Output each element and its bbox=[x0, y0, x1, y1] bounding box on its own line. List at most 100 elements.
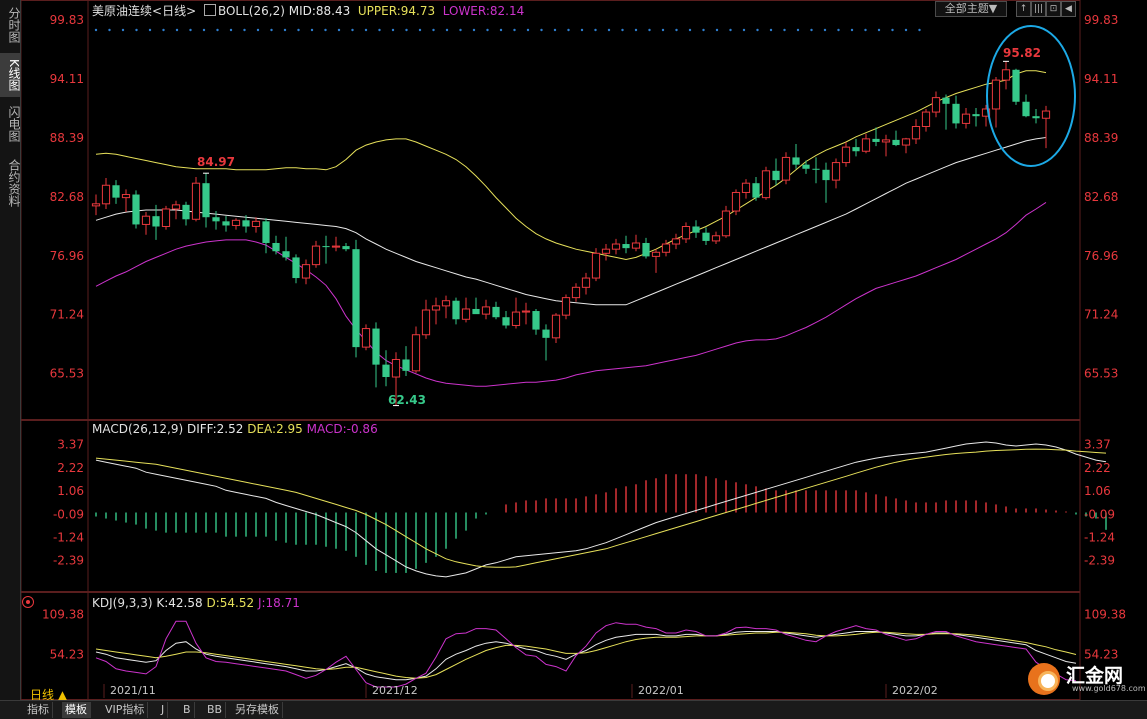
candle-body bbox=[781, 156, 791, 181]
candle-body bbox=[872, 138, 880, 142]
top-dot bbox=[270, 28, 273, 32]
candle-body bbox=[251, 220, 261, 227]
boll-lower-value: LOWER:82.14 bbox=[442, 4, 525, 18]
top-dot bbox=[513, 28, 516, 32]
toolbar-bars-button[interactable]: ||| bbox=[1031, 1, 1046, 17]
top-dot bbox=[351, 28, 354, 32]
macd-tick-left: 3.37 bbox=[57, 438, 84, 452]
candle-body bbox=[1012, 69, 1020, 102]
instrument-name: 美原油连续 bbox=[92, 4, 153, 18]
kdj-k-value: K:42.58 bbox=[156, 596, 203, 610]
tab-save-template[interactable]: 另存模板 bbox=[232, 702, 283, 718]
chart-settings-icon[interactable] bbox=[203, 4, 216, 16]
tab-b[interactable]: B bbox=[180, 702, 195, 718]
candle-body bbox=[112, 185, 120, 198]
candle-body bbox=[591, 252, 601, 279]
top-dot bbox=[162, 28, 165, 32]
price-panel[interactable] bbox=[91, 28, 1051, 406]
kdj-panel[interactable] bbox=[95, 620, 1077, 688]
top-dot bbox=[175, 28, 179, 32]
candle-body bbox=[132, 194, 140, 225]
top-dot bbox=[337, 28, 341, 32]
kdj-d-value: D:54.52 bbox=[206, 596, 255, 610]
top-dot bbox=[499, 28, 503, 32]
tab-vip-indicators[interactable]: VIP指标 bbox=[102, 702, 149, 718]
candle-body bbox=[461, 308, 471, 320]
top-dot bbox=[661, 28, 665, 32]
tab-kline[interactable]: K线图 bbox=[0, 53, 21, 97]
high-marker-right: 95.82 bbox=[1003, 46, 1041, 60]
tab-j[interactable]: J bbox=[158, 702, 169, 718]
top-dot bbox=[675, 28, 678, 32]
macd-panel-header: MACD(26,12,9) DIFF:2.52 DEA:2.95 MACD:-0… bbox=[92, 422, 378, 436]
candle-body bbox=[511, 311, 521, 326]
macd-panel[interactable] bbox=[95, 441, 1107, 578]
candle-body bbox=[831, 162, 841, 181]
tab-time-sharing[interactable]: 分时图 bbox=[0, 4, 21, 46]
candle-body bbox=[581, 277, 591, 288]
candle-body bbox=[631, 242, 641, 249]
top-dot bbox=[310, 28, 314, 32]
candle-body bbox=[972, 114, 980, 117]
candle-body bbox=[991, 79, 1001, 110]
price-tick-right: 82.68 bbox=[1084, 190, 1118, 204]
tab-contract-info[interactable]: 合约资料 bbox=[0, 153, 21, 213]
candle-body bbox=[892, 139, 900, 146]
candle-body bbox=[262, 221, 270, 243]
candle-body bbox=[812, 168, 820, 170]
tab-indicators[interactable]: 指标 bbox=[24, 702, 53, 718]
tab-tick-chart[interactable]: 闪电图 bbox=[0, 102, 21, 146]
candle-body bbox=[561, 297, 571, 316]
macd-diff-line bbox=[95, 441, 1107, 578]
price-tick-right: 71.24 bbox=[1084, 308, 1118, 322]
boll-indicator-name[interactable]: BOLL(26,2) bbox=[218, 4, 285, 18]
top-dot bbox=[729, 28, 732, 32]
chart-canvas[interactable]: 99.83 99.83 94.11 94.11 88.39 88.39 82.68 82.68… bbox=[0, 0, 1147, 700]
candle-body bbox=[942, 97, 950, 104]
toolbar-up-button[interactable]: ↑ bbox=[1016, 1, 1031, 17]
top-dot bbox=[783, 28, 786, 32]
kdj-indicator-name[interactable]: KDJ(9,3,3) bbox=[92, 596, 153, 610]
candle-body bbox=[411, 334, 421, 372]
logo-url: www.gold678.com bbox=[1072, 684, 1146, 693]
macd-indicator-name[interactable]: MACD(26,12,9) bbox=[92, 422, 183, 436]
view-switcher-sidebar: 分时图 K线图 闪电图 合约资料 bbox=[0, 0, 21, 700]
indicator-settings-icon[interactable] bbox=[22, 596, 34, 608]
candle-body bbox=[311, 245, 321, 266]
tab-bb[interactable]: BB bbox=[204, 702, 227, 718]
candle-body bbox=[492, 306, 500, 318]
macd-tick-left: -2.39 bbox=[53, 554, 84, 568]
candle-body bbox=[752, 183, 760, 198]
toolbar-window-button[interactable]: ⊡ bbox=[1046, 1, 1061, 17]
kdj-tick-left: 54.23 bbox=[50, 648, 84, 662]
candle-body bbox=[242, 220, 250, 227]
top-dot bbox=[94, 28, 98, 32]
toolbar-back-button[interactable]: ◀ bbox=[1061, 1, 1076, 17]
price-tick-left: 71.24 bbox=[50, 308, 84, 322]
price-tick-left: 65.53 bbox=[50, 367, 84, 381]
top-dot bbox=[459, 28, 462, 32]
top-dot bbox=[202, 28, 206, 32]
tab-templates[interactable]: 模板 bbox=[62, 702, 91, 718]
candle-body bbox=[231, 219, 241, 226]
candle-body bbox=[402, 359, 410, 371]
top-dot bbox=[553, 28, 557, 32]
macd-tick-right: -0.09 bbox=[1084, 507, 1115, 521]
top-dot bbox=[769, 28, 773, 32]
macd-tick-left: -1.24 bbox=[53, 530, 84, 544]
top-dot bbox=[648, 28, 651, 32]
macd-tick-left: 2.22 bbox=[57, 461, 84, 475]
top-dot bbox=[283, 28, 287, 32]
top-dot bbox=[810, 28, 813, 32]
candle-body bbox=[601, 248, 611, 254]
candle-body bbox=[472, 308, 480, 315]
candle-body bbox=[642, 242, 650, 257]
period-tag[interactable]: <日线> bbox=[152, 4, 196, 18]
top-dot bbox=[621, 28, 624, 32]
top-dot bbox=[135, 28, 138, 32]
candle-body bbox=[222, 221, 230, 226]
candle-body bbox=[342, 246, 350, 250]
theme-dropdown[interactable]: 全部主题▼ bbox=[935, 1, 1007, 17]
top-dot bbox=[823, 28, 827, 32]
gold678-logo: 汇金网 www.gold678.com bbox=[1022, 659, 1146, 697]
